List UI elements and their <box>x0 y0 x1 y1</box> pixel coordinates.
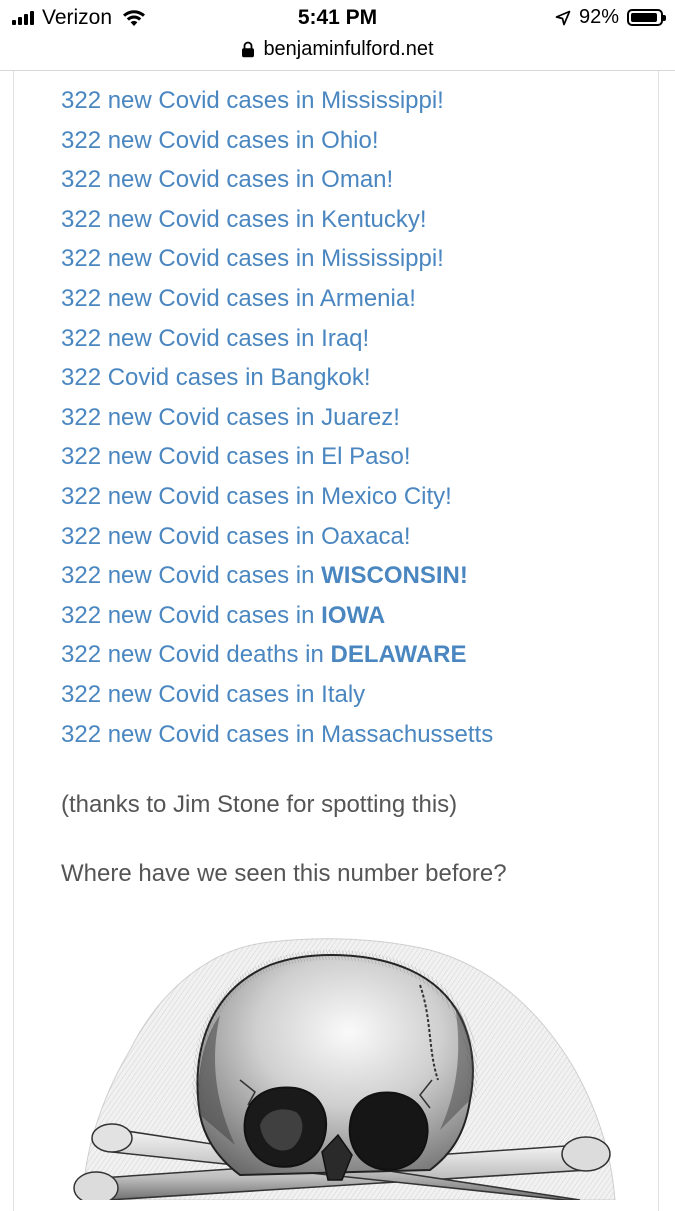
case-link[interactable]: 322 new Covid cases in Mexico City! <box>61 477 651 517</box>
case-link-place: Kentucky! <box>321 205 427 233</box>
case-link[interactable]: 322 new Covid cases in Oaxaca! <box>61 517 651 557</box>
case-link[interactable]: 322 new Covid cases in Mississippi! <box>61 81 651 121</box>
question-text: Where have we seen this number before? <box>61 860 507 888</box>
list-item: 322 new Covid cases in Mississippi! <box>61 239 651 279</box>
list-item: 322 new Covid cases in Oman! <box>61 160 651 200</box>
case-link-place: Ohio! <box>321 126 379 154</box>
list-item: 322 new Covid cases in Massachussetts <box>61 715 651 755</box>
case-link[interactable]: 322 new Covid cases in Ohio! <box>61 121 651 161</box>
list-item: 322 new Covid deaths in DELAWARE <box>61 635 651 675</box>
case-link-prefix: 322 Covid cases in <box>61 364 271 392</box>
case-link-place: Mississippi! <box>321 245 444 273</box>
case-link-place: Bangkok! <box>270 364 371 392</box>
status-right: 92% <box>555 6 666 29</box>
case-link[interactable]: 322 new Covid cases in IOWA <box>61 596 651 636</box>
battery-icon <box>627 9 666 26</box>
list-item: 322 new Covid cases in Oaxaca! <box>61 517 651 557</box>
url-bar[interactable]: benjaminfulford.net <box>0 34 675 64</box>
list-item: 322 new Covid cases in Ohio! <box>61 121 651 161</box>
case-link[interactable]: 322 new Covid cases in Italy <box>61 675 651 715</box>
case-link[interactable]: 322 new Covid cases in El Paso! <box>61 437 651 477</box>
case-link-prefix: 322 new Covid cases in <box>61 720 322 748</box>
battery-nub <box>663 15 666 21</box>
case-link[interactable]: 322 new Covid cases in WISCONSIN! <box>61 556 651 596</box>
case-link-prefix: 322 new Covid cases in <box>61 126 322 154</box>
case-link-prefix: 322 new Covid cases in <box>61 601 322 629</box>
case-link-prefix: 322 new Covid cases in <box>61 205 322 233</box>
list-item: 322 new Covid cases in Italy <box>61 675 651 715</box>
case-link[interactable]: 322 new Covid cases in Mississippi! <box>61 239 651 279</box>
url-text[interactable]: benjaminfulford.net <box>263 38 433 61</box>
case-link-prefix: 322 new Covid cases in <box>61 403 322 431</box>
case-link-place: IOWA <box>321 601 386 629</box>
list-item: 322 new Covid cases in Kentucky! <box>61 200 651 240</box>
list-item: 322 new Covid cases in Mexico City! <box>61 477 651 517</box>
case-link[interactable]: 322 new Covid cases in Armenia! <box>61 279 651 319</box>
case-link-prefix: 322 new Covid cases in <box>61 284 320 312</box>
list-item: 322 new Covid cases in El Paso! <box>61 437 651 477</box>
list-item: 322 new Covid cases in Armenia! <box>61 279 651 319</box>
case-link-place: Oman! <box>321 166 394 194</box>
lock-icon <box>242 41 255 57</box>
case-link-place: Massachussetts <box>321 720 494 748</box>
case-link-prefix: 322 new Covid cases in <box>61 680 322 708</box>
case-link-prefix: 322 new Covid cases in <box>61 482 322 510</box>
article-body: 322 new Covid cases in Mississippi! 322 n… <box>61 81 651 888</box>
case-link-prefix: 322 new Covid cases in <box>61 324 322 352</box>
case-link-place: Juarez! <box>321 403 400 431</box>
case-link-prefix: 322 new Covid cases in <box>61 87 322 114</box>
case-link-place: Iraq! <box>321 324 370 352</box>
case-link-prefix: 322 new Covid cases in <box>61 166 322 194</box>
list-item: 322 new Covid cases in Iraq! <box>61 319 651 359</box>
list-item: 322 new Covid cases in IOWA <box>61 596 651 636</box>
case-link[interactable]: 322 new Covid cases in Kentucky! <box>61 200 651 240</box>
case-link-prefix: 322 new Covid cases in <box>61 562 322 590</box>
case-link-place: El Paso! <box>321 443 411 471</box>
case-link[interactable]: 322 new Covid deaths in DELAWARE <box>61 635 651 675</box>
list-item: 322 new Covid cases in WISCONSIN! <box>61 556 651 596</box>
case-link-place: Armenia! <box>319 284 416 312</box>
skull-crossbones-image <box>73 938 616 1200</box>
case-link-place: WISCONSIN! <box>321 562 468 590</box>
case-list: 322 new Covid cases in Mississippi! 322 n… <box>61 81 651 754</box>
battery-percent: 92% <box>578 6 619 28</box>
case-link-prefix: 322 new Covid cases in <box>61 522 322 550</box>
case-link-place: Oaxaca! <box>321 522 411 550</box>
case-link[interactable]: 322 new Covid cases in Massachussetts <box>61 715 651 755</box>
case-link-place: Italy <box>321 680 366 708</box>
case-link[interactable]: 322 new Covid cases in Iraq! <box>61 319 651 359</box>
list-item: 322 new Covid cases in Juarez! <box>61 398 651 438</box>
list-item: 322 Covid cases in Bangkok! <box>61 358 651 398</box>
case-link-place: Mississippi! <box>321 87 444 114</box>
case-link[interactable]: 322 new Covid cases in Juarez! <box>61 398 651 438</box>
status-bar: Verizon 5:41 PM 92% <box>0 0 675 36</box>
case-link-place: DELAWARE <box>330 641 467 669</box>
case-link-prefix: 322 new Covid cases in <box>61 245 322 273</box>
location-arrow-icon <box>555 10 571 25</box>
case-link-place: Mexico City! <box>321 482 452 510</box>
case-link[interactable]: 322 Covid cases in Bangkok! <box>61 358 651 398</box>
case-link-prefix: 322 new Covid cases in <box>61 443 322 471</box>
thanks-text: (thanks to Jim Stone for spotting this) <box>61 791 458 819</box>
case-link-prefix: 322 new Covid deaths in <box>61 641 331 669</box>
case-link[interactable]: 322 new Covid cases in Oman! <box>61 160 651 200</box>
list-item: 322 new Covid cases in Mississippi! <box>61 81 651 121</box>
battery-fill <box>631 13 657 22</box>
